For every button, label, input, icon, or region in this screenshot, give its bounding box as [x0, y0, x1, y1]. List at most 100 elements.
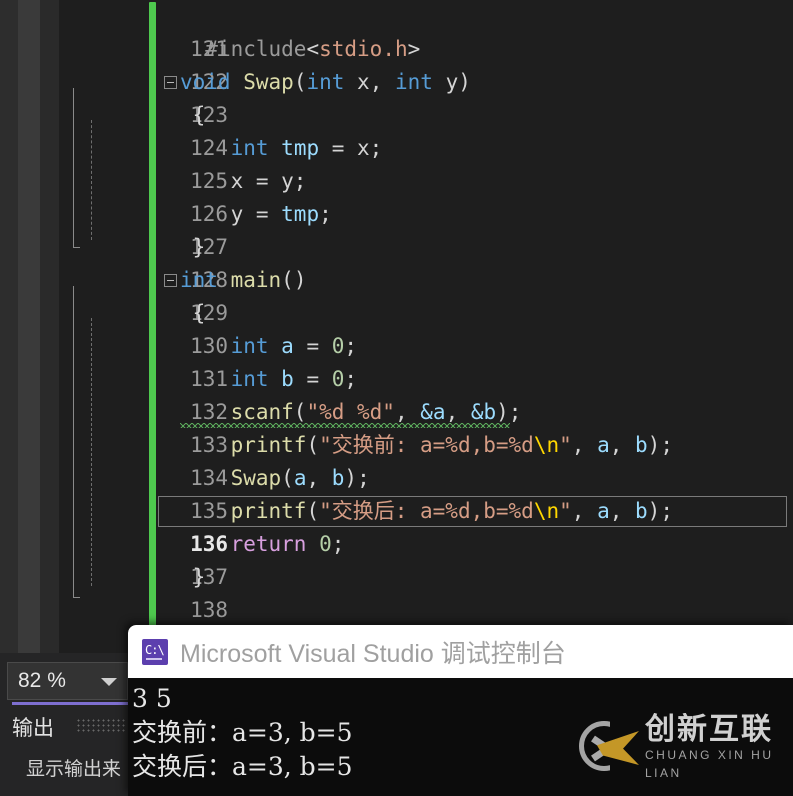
code-token: );	[344, 466, 370, 490]
console-title-bar[interactable]: Microsoft Visual Studio 调试控制台	[128, 625, 793, 678]
console-title-text: Microsoft Visual Studio 调试控制台	[180, 639, 566, 668]
code-token: int	[230, 136, 269, 160]
code-token: );	[647, 499, 673, 523]
output-pane[interactable]: 输出 显示输出来	[0, 702, 135, 796]
line-tokens: {	[180, 297, 206, 330]
console-output-area[interactable]: 3 5 交换前：a=3, b=5 交换后：a=3, b=5	[128, 678, 793, 796]
code-token: ,	[571, 499, 598, 523]
code-line[interactable]: 126 x = y;	[156, 165, 793, 226]
code-line[interactable]: 129 int main()	[156, 264, 793, 325]
line-tokens: int b = 0;	[180, 363, 358, 396]
warning-squiggle-underline	[180, 423, 510, 428]
drag-grip-icon[interactable]	[76, 718, 126, 734]
code-token: ()	[281, 268, 307, 292]
code-token: 0	[331, 334, 345, 358]
code-token: #include	[205, 37, 307, 61]
code-token: printf	[230, 499, 307, 523]
code-token: ;	[331, 532, 345, 556]
indent-guide-main	[91, 318, 92, 586]
vs-editor-screenshot: 121 122 #include<stdio.h> 123 void Swap(…	[0, 0, 793, 796]
zoom-level-value: 82 %	[18, 669, 66, 692]
code-line[interactable]: 127 y = tmp;	[156, 198, 793, 259]
code-line[interactable]: 137 return 0;	[156, 528, 793, 589]
code-line-with-warning[interactable]: 133 scanf("%d %d", &a, &b);	[156, 396, 793, 457]
code-token: a	[281, 334, 294, 358]
code-token: &b	[470, 400, 497, 424]
console-app-icon	[142, 638, 168, 665]
console-line: 3 5	[132, 684, 172, 713]
code-token: x = y;	[180, 169, 307, 193]
code-line[interactable]: 128 }	[156, 231, 793, 292]
code-token: tmp	[281, 202, 320, 226]
code-line[interactable]: 132 int b = 0;	[156, 363, 793, 424]
code-token: b	[331, 466, 345, 490]
fold-collapse-icon[interactable]	[164, 76, 177, 89]
code-token: );	[496, 400, 522, 424]
code-token: \n	[533, 433, 560, 457]
code-token: int	[394, 70, 433, 94]
console-line: 交换后：a=3, b=5	[132, 752, 353, 781]
code-token: =	[293, 334, 332, 358]
code-line[interactable]: 123 void Swap(int x, int y)	[156, 66, 793, 127]
code-token: return	[230, 532, 307, 556]
code-lines-container: 121 122 #include<stdio.h> 123 void Swap(…	[156, 0, 793, 653]
zoom-level-dropdown[interactable]: 82 %	[7, 662, 128, 700]
code-token: "%d %d"	[306, 400, 395, 424]
code-token: b	[635, 499, 648, 523]
code-line[interactable]: 134 printf("交换前: a=%d,b=%d\n", a, b);	[156, 429, 793, 490]
code-token: void	[180, 70, 231, 94]
code-token: b	[281, 367, 294, 391]
fold-guide-swap	[73, 88, 74, 248]
tab-output[interactable]: 输出	[12, 712, 54, 742]
line-tokens: int a = 0;	[180, 330, 358, 363]
fold-guide-main-end	[73, 597, 80, 598]
code-line-current[interactable]: 136 printf("交换后: a=%d,b=%d\n", a, b);	[156, 495, 793, 556]
code-line[interactable]: 130 {	[156, 297, 793, 358]
code-token: ,	[609, 433, 636, 457]
editor-left-rail	[0, 0, 18, 653]
code-token: (	[293, 70, 307, 94]
code-editor[interactable]: 121 122 #include<stdio.h> 123 void Swap(…	[59, 0, 793, 653]
code-token: a	[597, 433, 610, 457]
code-token: <	[306, 37, 320, 61]
code-line[interactable]: 121	[156, 0, 793, 61]
code-line[interactable]: 124 {	[156, 99, 793, 160]
code-token: &a	[420, 400, 446, 424]
code-line[interactable]: 122 #include<stdio.h>	[156, 33, 793, 94]
line-tokens: printf("交换后: a=%d,b=%d\n", a, b);	[180, 495, 673, 528]
code-token: >	[407, 37, 421, 61]
code-token: tmp	[281, 136, 320, 160]
fold-collapse-icon[interactable]	[164, 274, 177, 287]
code-line[interactable]: 125 int tmp = x;	[156, 132, 793, 193]
line-tokens: printf("交换前: a=%d,b=%d\n", a, b);	[180, 429, 673, 462]
debug-console-window[interactable]: Microsoft Visual Studio 调试控制台 3 5 交换前：a=…	[128, 625, 793, 796]
code-token: int	[230, 367, 269, 391]
editor-vertical-scrollbar[interactable]	[18, 0, 40, 653]
code-token: ,	[609, 499, 636, 523]
code-token: }	[180, 235, 206, 259]
code-token: scanf	[230, 400, 294, 424]
code-token: printf	[230, 433, 307, 457]
code-token: y)	[432, 70, 471, 94]
output-pane-tabrow[interactable]: 输出	[0, 705, 135, 743]
code-token: main	[230, 268, 282, 292]
code-token: x,	[344, 70, 395, 94]
code-line[interactable]: 131 int a = 0;	[156, 330, 793, 391]
chevron-down-icon[interactable]	[101, 678, 117, 686]
code-token: ,	[394, 400, 421, 424]
code-line[interactable]: 138 }	[156, 561, 793, 622]
code-token: b	[635, 433, 648, 457]
code-token: int	[306, 70, 345, 94]
code-line[interactable]: 135 Swap(a, b);	[156, 462, 793, 523]
